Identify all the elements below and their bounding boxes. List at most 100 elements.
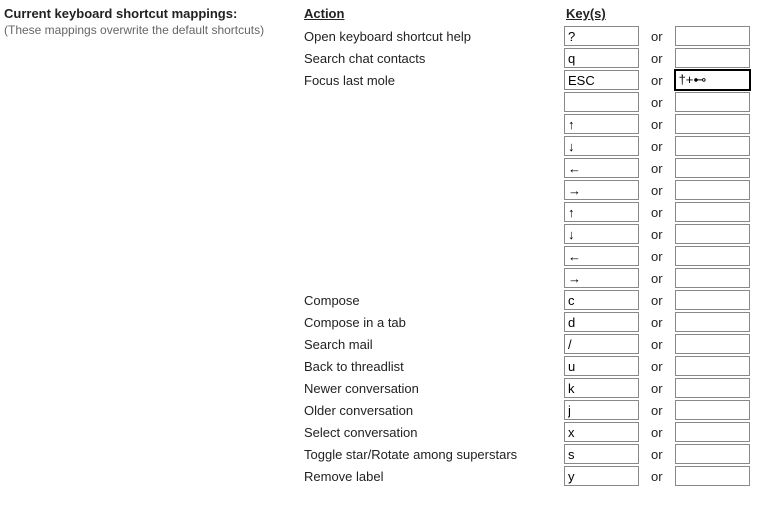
action-label bbox=[304, 201, 564, 223]
key1-input[interactable] bbox=[564, 202, 639, 222]
action-label: Toggle star/Rotate among superstars bbox=[304, 443, 564, 465]
key1-cell bbox=[564, 267, 639, 289]
key1-input[interactable] bbox=[564, 356, 639, 376]
key2-cell bbox=[675, 69, 750, 91]
key1-input[interactable] bbox=[564, 422, 639, 442]
action-label: Search mail bbox=[304, 333, 564, 355]
key1-input[interactable] bbox=[564, 400, 639, 420]
key1-cell bbox=[564, 311, 639, 333]
key1-cell bbox=[564, 223, 639, 245]
key2-input[interactable] bbox=[675, 48, 750, 68]
or-label: or bbox=[639, 289, 675, 311]
key1-input[interactable] bbox=[564, 466, 639, 486]
key2-cell bbox=[675, 113, 750, 135]
key1-input[interactable] bbox=[564, 158, 639, 178]
shortcut-row: Back to threadlistor bbox=[304, 355, 750, 377]
action-label: Newer conversation bbox=[304, 377, 564, 399]
key1-cell bbox=[564, 465, 639, 487]
or-label: or bbox=[639, 355, 675, 377]
or-label: or bbox=[639, 157, 675, 179]
key2-input[interactable] bbox=[675, 70, 750, 90]
action-label bbox=[304, 223, 564, 245]
key2-input[interactable] bbox=[675, 114, 750, 134]
key1-input[interactable] bbox=[564, 334, 639, 354]
shortcut-row: Open keyboard shortcut helpor bbox=[304, 25, 750, 47]
key1-cell bbox=[564, 157, 639, 179]
or-label: or bbox=[639, 399, 675, 421]
or-label: or bbox=[639, 421, 675, 443]
key1-input[interactable] bbox=[564, 26, 639, 46]
action-label bbox=[304, 113, 564, 135]
key2-input[interactable] bbox=[675, 400, 750, 420]
key2-input[interactable] bbox=[675, 290, 750, 310]
key1-cell bbox=[564, 201, 639, 223]
key1-input[interactable] bbox=[564, 312, 639, 332]
key1-cell bbox=[564, 355, 639, 377]
or-label: or bbox=[639, 443, 675, 465]
key1-input[interactable] bbox=[564, 70, 639, 90]
key2-input[interactable] bbox=[675, 158, 750, 178]
shortcut-row: or bbox=[304, 135, 750, 157]
key2-input[interactable] bbox=[675, 312, 750, 332]
key2-input[interactable] bbox=[675, 92, 750, 112]
action-label bbox=[304, 135, 564, 157]
shortcut-row: Search mail or bbox=[304, 333, 750, 355]
or-label: or bbox=[639, 201, 675, 223]
key1-input[interactable] bbox=[564, 268, 639, 288]
key2-cell bbox=[675, 311, 750, 333]
action-label bbox=[304, 267, 564, 289]
key2-input[interactable] bbox=[675, 246, 750, 266]
key1-input[interactable] bbox=[564, 290, 639, 310]
key2-input[interactable] bbox=[675, 224, 750, 244]
key1-input[interactable] bbox=[564, 378, 639, 398]
key2-cell bbox=[675, 355, 750, 377]
shortcut-row: Older conversationor bbox=[304, 399, 750, 421]
shortcut-row: Focus last moleor bbox=[304, 69, 750, 91]
key1-input[interactable] bbox=[564, 136, 639, 156]
key1-cell bbox=[564, 25, 639, 47]
key1-cell bbox=[564, 421, 639, 443]
key1-cell bbox=[564, 399, 639, 421]
key2-input[interactable] bbox=[675, 202, 750, 222]
key2-input[interactable] bbox=[675, 180, 750, 200]
or-label: or bbox=[639, 179, 675, 201]
key1-input[interactable] bbox=[564, 92, 639, 112]
key2-cell bbox=[675, 465, 750, 487]
shortcut-row: Toggle star/Rotate among superstars or bbox=[304, 443, 750, 465]
key2-input[interactable] bbox=[675, 378, 750, 398]
action-label: Open keyboard shortcut help bbox=[304, 25, 564, 47]
key1-cell bbox=[564, 289, 639, 311]
key2-input[interactable] bbox=[675, 444, 750, 464]
key1-input[interactable] bbox=[564, 48, 639, 68]
key1-input[interactable] bbox=[564, 114, 639, 134]
action-label: Search chat contacts bbox=[304, 47, 564, 69]
key1-input[interactable] bbox=[564, 444, 639, 464]
key2-input[interactable] bbox=[675, 268, 750, 288]
key2-cell bbox=[675, 179, 750, 201]
or-label: or bbox=[639, 223, 675, 245]
key1-input[interactable] bbox=[564, 246, 639, 266]
or-label: or bbox=[639, 377, 675, 399]
key2-input[interactable] bbox=[675, 136, 750, 156]
key2-input[interactable] bbox=[675, 466, 750, 486]
key2-input[interactable] bbox=[675, 26, 750, 46]
key2-input[interactable] bbox=[675, 356, 750, 376]
key1-input[interactable] bbox=[564, 224, 639, 244]
key2-input[interactable] bbox=[675, 334, 750, 354]
or-label: or bbox=[639, 333, 675, 355]
shortcut-row: or bbox=[304, 267, 750, 289]
left-column: Current keyboard shortcut mappings: (The… bbox=[4, 6, 304, 487]
key1-cell bbox=[564, 113, 639, 135]
key1-input[interactable] bbox=[564, 180, 639, 200]
key2-input[interactable] bbox=[675, 422, 750, 442]
section-subtitle: (These mappings overwrite the default sh… bbox=[4, 23, 304, 37]
shortcut-row: or bbox=[304, 157, 750, 179]
or-label: or bbox=[639, 135, 675, 157]
key2-cell bbox=[675, 399, 750, 421]
action-label bbox=[304, 91, 564, 113]
key1-cell bbox=[564, 443, 639, 465]
right-column: Action Key(s) Open keyboard shortcut hel… bbox=[304, 6, 759, 487]
or-label: or bbox=[639, 465, 675, 487]
shortcut-settings-panel: Current keyboard shortcut mappings: (The… bbox=[0, 0, 763, 493]
shortcut-row: Newer conversation or bbox=[304, 377, 750, 399]
